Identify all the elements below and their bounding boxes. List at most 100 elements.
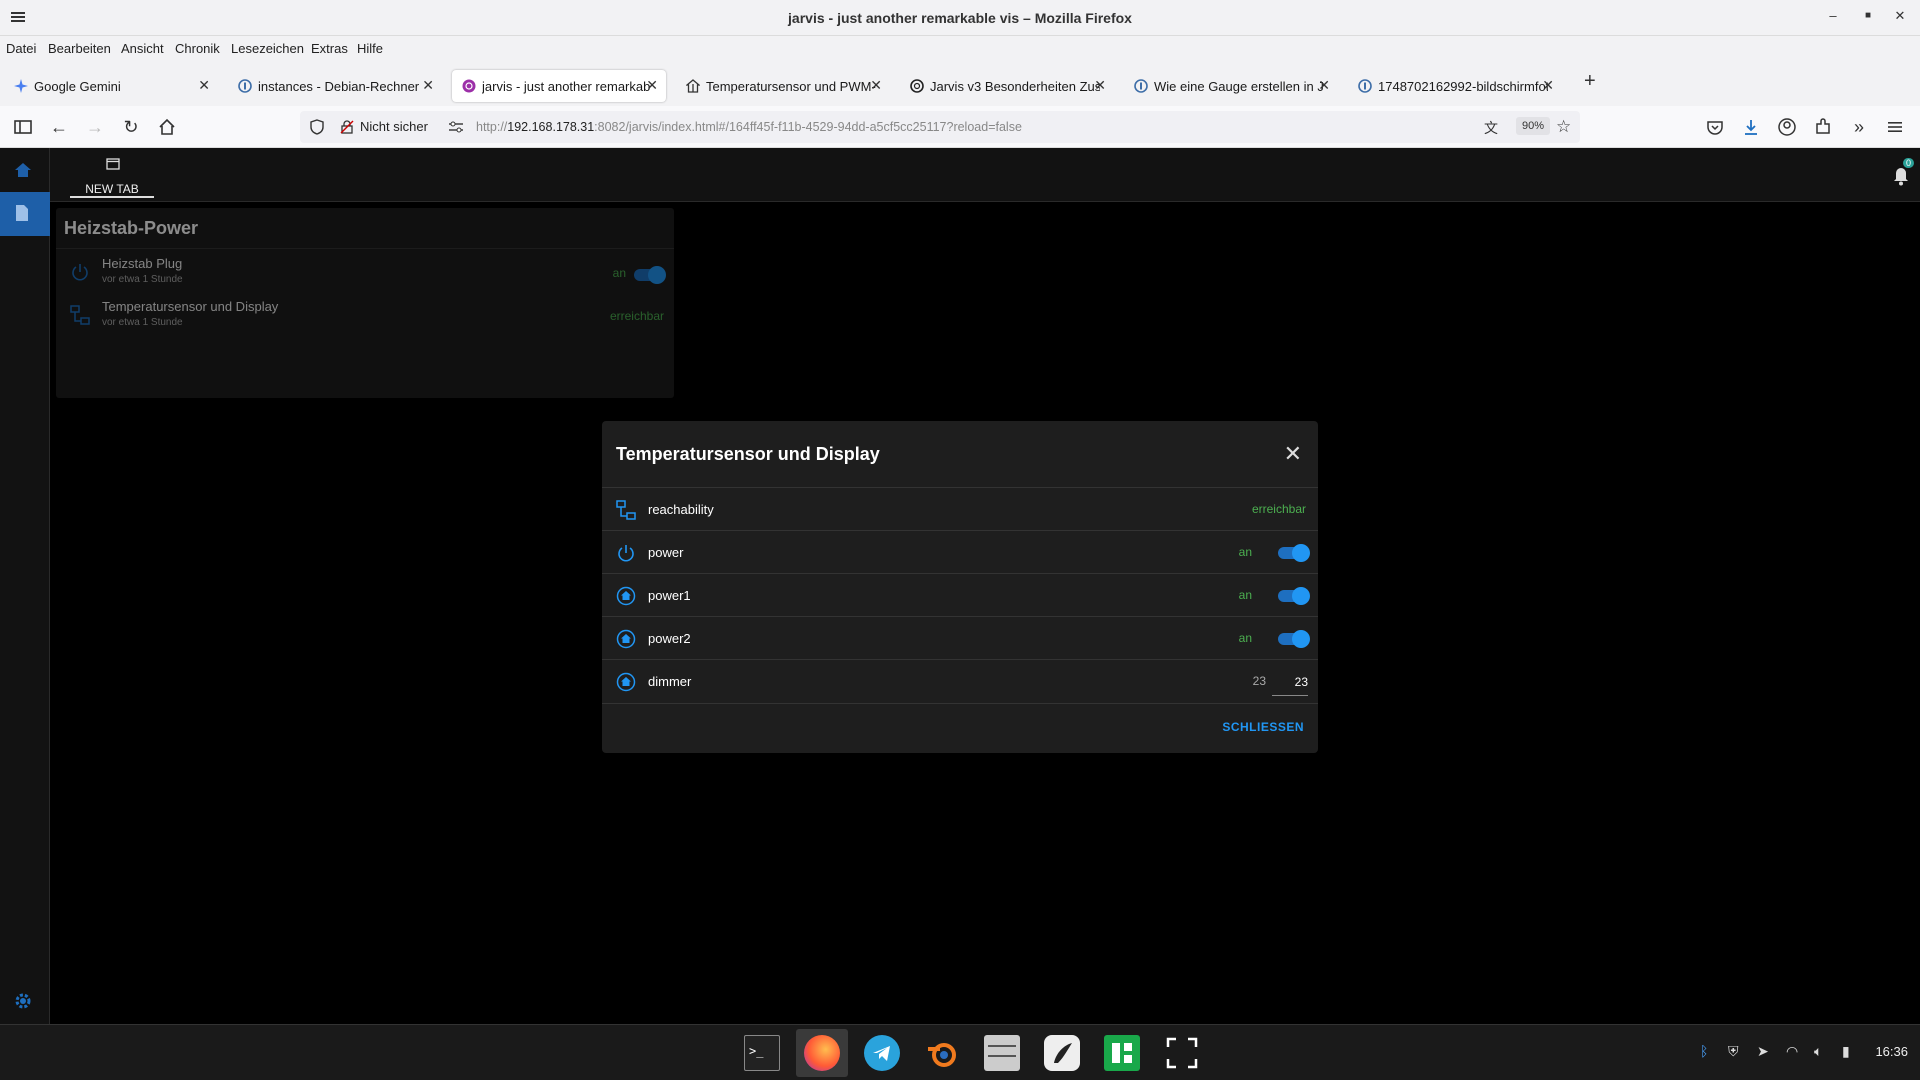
- home-circle-icon: [616, 629, 636, 649]
- back-arrow-icon[interactable]: ←: [48, 116, 70, 138]
- power1-toggle[interactable]: [1278, 587, 1310, 605]
- tab-label: jarvis - just another remarkab: [482, 79, 651, 94]
- sidebar-item-page[interactable]: [0, 192, 50, 236]
- forward-arrow-icon[interactable]: →: [84, 116, 106, 138]
- tab-temperatursensor[interactable]: Temperatursensor und PWM- ✕: [676, 70, 890, 102]
- sidebar-toggle-icon[interactable]: [12, 116, 34, 138]
- dialog-close-icon[interactable]: ✕: [1284, 441, 1302, 467]
- tab-instances[interactable]: instances - Debian-Rechner ✕: [228, 70, 442, 102]
- reload-icon[interactable]: ↻: [120, 116, 142, 138]
- dialog-row-name: power1: [648, 588, 691, 603]
- close-tab-icon[interactable]: ✕: [198, 77, 210, 94]
- volume-icon[interactable]: 🔈︎: [1814, 1043, 1822, 1060]
- file-manager-app-icon[interactable]: [976, 1029, 1028, 1077]
- widget-row-state: an: [612, 266, 626, 280]
- close-tab-icon[interactable]: ✕: [1318, 77, 1330, 94]
- bluetooth-icon[interactable]: ᛒ: [1700, 1043, 1708, 1059]
- telegram-tray-icon[interactable]: ➤: [1757, 1043, 1769, 1060]
- permissions-icon[interactable]: [448, 121, 464, 133]
- url-bar[interactable]: Nicht sicher http://192.168.178.31:8082/…: [300, 111, 1580, 143]
- close-window-icon[interactable]: ✕: [1890, 8, 1910, 24]
- terminal-app-icon[interactable]: >_: [736, 1029, 788, 1077]
- home-icon: [15, 163, 31, 177]
- tab-window-icon: [106, 158, 120, 170]
- menu-chronik[interactable]: Chronik: [175, 41, 220, 56]
- notification-bell-icon[interactable]: [1892, 166, 1910, 186]
- power2-state: an: [1238, 631, 1252, 645]
- sidebar-item-home[interactable]: [0, 148, 50, 192]
- inkscape-app-icon[interactable]: [1036, 1029, 1088, 1077]
- widget-row-temperatursensor[interactable]: Temperatursensor und Display vor etwa 1 …: [56, 297, 674, 337]
- network-icon: [616, 500, 636, 520]
- widget-title: Heizstab-Power: [64, 218, 199, 238]
- tab-gauge[interactable]: Wie eine Gauge erstellen in Ja ✕: [1124, 70, 1338, 102]
- menu-extras[interactable]: Extras: [311, 41, 348, 56]
- tab-label: Google Gemini: [34, 79, 121, 94]
- minimize-icon[interactable]: –: [1823, 8, 1843, 23]
- schliessen-button[interactable]: SCHLIESSEN: [1222, 720, 1304, 734]
- close-tab-icon[interactable]: ✕: [870, 77, 882, 94]
- app-menu-icon[interactable]: [1884, 116, 1906, 138]
- new-tab-plus-icon[interactable]: +: [1584, 70, 1596, 93]
- translate-icon[interactable]: 文: [1484, 118, 1498, 138]
- tab-jarvis[interactable]: jarvis - just another remarkab ✕: [452, 70, 666, 102]
- zoom-level[interactable]: 90%: [1516, 117, 1551, 135]
- blender-app-icon[interactable]: [916, 1029, 968, 1077]
- screenshot-app-icon[interactable]: [1156, 1029, 1208, 1077]
- power-icon: [72, 264, 88, 281]
- pocket-icon[interactable]: [1704, 116, 1726, 138]
- iobroker-icon: [1134, 79, 1148, 93]
- app-sidebar: [0, 148, 50, 1024]
- bookmark-star-icon[interactable]: ☆: [1556, 117, 1571, 137]
- account-icon[interactable]: [1776, 116, 1798, 138]
- clock[interactable]: 16:36: [1875, 1044, 1908, 1059]
- close-tab-icon[interactable]: ✕: [422, 77, 434, 94]
- tab-bildschirmfoto[interactable]: 1748702162992-bildschirmfot ✕: [1348, 70, 1562, 102]
- power1-state: an: [1238, 588, 1252, 602]
- tab-google-gemini[interactable]: Google Gemini ✕: [4, 70, 218, 102]
- download-icon[interactable]: [1740, 116, 1762, 138]
- widget-row-time: vor etwa 1 Stunde: [102, 317, 183, 328]
- widget-divider: [56, 248, 674, 249]
- heizstab-plug-toggle[interactable]: [634, 266, 666, 284]
- home-icon[interactable]: [156, 116, 178, 138]
- security-label[interactable]: Nicht sicher: [360, 119, 428, 134]
- menu-datei[interactable]: Datei: [6, 41, 36, 56]
- jarvis-app: NEW TAB 0 Heizstab-Power Heizstab Plug v…: [0, 148, 1920, 1024]
- close-tab-icon[interactable]: ✕: [646, 77, 658, 94]
- firefox-app-icon[interactable]: [796, 1029, 848, 1077]
- menu-hilfe[interactable]: Hilfe: [357, 41, 383, 56]
- shield-tray-icon[interactable]: ⛨: [1728, 1043, 1739, 1060]
- extensions-icon[interactable]: [1812, 116, 1834, 138]
- tab-new-tab[interactable]: NEW TAB: [70, 154, 154, 198]
- window-titlebar: jarvis - just another remarkable vis – M…: [0, 0, 1920, 36]
- url-text[interactable]: http://192.168.178.31:8082/jarvis/index.…: [476, 120, 1022, 134]
- tab-label: instances - Debian-Rechner: [258, 79, 420, 94]
- wifi-icon[interactable]: ◠: [1786, 1043, 1798, 1060]
- menu-lesezeichen[interactable]: Lesezeichen: [231, 41, 304, 56]
- power-toggle[interactable]: [1278, 544, 1310, 562]
- notification-count-badge: 0: [1902, 158, 1914, 168]
- dimmer-input[interactable]: [1272, 668, 1308, 696]
- spreadsheet-app-icon[interactable]: [1096, 1029, 1148, 1077]
- tab-bar: Google Gemini ✕ instances - Debian-Rechn…: [0, 62, 1920, 106]
- close-tab-icon[interactable]: ✕: [1094, 77, 1106, 94]
- widget-heizstab-power: Heizstab-Power Heizstab Plug vor etwa 1 …: [56, 208, 674, 398]
- maximize-icon[interactable]: ■: [1858, 10, 1878, 21]
- settings-gear-icon[interactable]: [13, 991, 33, 1011]
- widget-row-heizstab-plug[interactable]: Heizstab Plug vor etwa 1 Stunde an: [56, 254, 674, 294]
- dialog-footer: SCHLIESSEN: [602, 703, 1318, 751]
- dialog-row-name: power2: [648, 631, 691, 646]
- overflow-chevron-icon[interactable]: »: [1848, 116, 1870, 138]
- insecure-lock-icon[interactable]: [340, 120, 354, 134]
- menu-ansicht[interactable]: Ansicht: [121, 41, 164, 56]
- shield-icon[interactable]: [310, 119, 324, 135]
- navigation-bar: ← → ↻ Nicht sicher http://192.168.178.31…: [0, 106, 1920, 148]
- close-tab-icon[interactable]: ✕: [1542, 77, 1554, 94]
- menu-bearbeiten[interactable]: Bearbeiten: [48, 41, 111, 56]
- tab-jarvis-v3[interactable]: Jarvis v3 Besonderheiten Zus ✕: [900, 70, 1114, 102]
- power2-toggle[interactable]: [1278, 630, 1310, 648]
- battery-icon[interactable]: ▮: [1842, 1043, 1850, 1060]
- telegram-app-icon[interactable]: [856, 1029, 908, 1077]
- jarvis-icon: [462, 79, 476, 93]
